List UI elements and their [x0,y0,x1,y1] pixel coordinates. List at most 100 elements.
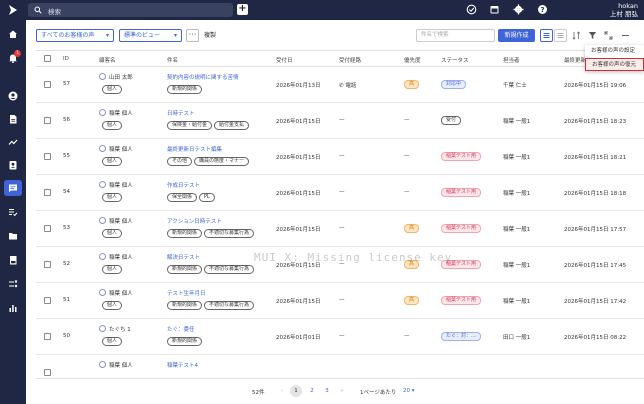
cell-categories: 保全関係 PL [167,193,217,202]
sidebar-item-account[interactable] [4,88,22,104]
sidebar-item-analytics[interactable] [4,134,22,150]
row-checkbox[interactable] [44,81,51,88]
sidebar-item-home[interactable] [4,26,22,42]
subject-search-input[interactable]: 件名で検索 [416,29,495,42]
sidebar-item-documents[interactable] [4,111,22,127]
sidebar-item-tasks[interactable] [4,204,22,220]
filter-dropdown[interactable]: すべてのお客様の声 ▾ [36,29,114,42]
row-checkbox[interactable] [44,261,51,268]
row-checkbox[interactable] [44,225,51,232]
account-circle-icon [8,91,18,101]
cell-customer[interactable]: たぐち 1 [99,325,131,333]
cell-subject-link[interactable]: 解決日テスト [167,253,200,261]
report-icon [10,256,17,265]
more-horizontal-icon[interactable] [621,31,630,40]
view-dropdown[interactable]: 標準のビュー ▾ [119,29,182,42]
column-header-priority[interactable]: 優先度 [404,56,421,64]
prev-page-button[interactable]: ‹ [276,385,288,397]
sidebar-item-contacts[interactable] [4,157,22,173]
user-menu[interactable]: hokan 上村 朋弘 [610,2,638,18]
cell-subject-link[interactable]: 契約内容の説明に関する苦情 [167,73,239,81]
cell-customer[interactable]: 稲葉 個人 [99,289,133,297]
menu-item-voice-settings[interactable]: お客様の声の設定 [585,45,644,58]
row-checkbox[interactable] [44,297,51,304]
calendar-icon[interactable] [489,4,500,15]
column-header-status[interactable]: ステータス [441,56,469,64]
row-checkbox[interactable] [44,153,51,160]
cell-owner: 稲葉 一般1 [503,191,531,197]
page-3-button[interactable]: 3 [321,385,333,397]
row-checkbox[interactable] [44,189,51,196]
row-checkbox[interactable] [44,117,51,124]
table-row[interactable]: 50 たぐち 1 個人 たぐ：委任 新規的関係 2026年01月01日 — — たぐ：対：...… [36,319,644,355]
table-row[interactable]: 51 稲葉 個人 個人 テスト生年月日 新規的関係 不適切な募集行為 2026年01月15日… [36,283,644,319]
rule-icon [9,280,18,288]
more-options-button[interactable]: ··· [186,29,199,42]
app-logo-icon[interactable] [8,4,18,16]
row-checkbox[interactable] [44,369,51,376]
select-all-checkbox[interactable] [44,55,51,62]
column-header-owner[interactable]: 担当者 [503,56,520,64]
check-circle-icon[interactable] [466,4,477,15]
person-icon [99,73,106,80]
compact-view-button[interactable] [554,29,567,42]
table-row[interactable]: 56 稲葉 個人 個人 日時テスト 保険金・給付金 給付金支払 2026年01月15日 — — 受… [36,103,644,139]
column-header-customer[interactable]: 顧客名 [99,56,116,64]
customer-name: 稲葉 個人 [109,291,133,297]
sidebar-item-reports[interactable] [4,252,22,268]
help-icon[interactable]: ? [537,4,548,15]
copy-button[interactable]: 複製 [204,29,216,42]
notification-badge: 1 [14,50,21,57]
new-create-button[interactable]: 新規作成 [498,29,535,42]
menu-item-voice-restore[interactable]: お客様の声の復元 [585,58,644,71]
cell-subject-link[interactable]: アクション日時テスト [167,217,222,225]
sidebar-item-rules[interactable] [4,276,22,292]
cell-customer[interactable]: 稲葉 個人 [99,253,133,261]
cell-customer[interactable]: 稲葉 個人 [99,145,133,153]
cell-subject-link[interactable]: たぐ：委任 [167,325,195,333]
table-row[interactable]: 53 稲葉 個人 個人 アクション日時テスト 新規的関係 不適切な募集行為 2026年01月… [36,211,644,247]
cell-subject-link[interactable]: 最終更新日テスト編集 [167,145,222,153]
cell-owner: 稲葉 一般1 [503,263,531,269]
table-row[interactable]: 稲葉 個人 稲葉テスト4 [36,355,644,378]
expand-icon[interactable] [604,31,613,40]
next-page-button[interactable]: › [336,385,348,397]
column-header-subject[interactable]: 件名 [167,56,178,64]
per-page-select[interactable]: 20 ▾ [403,388,415,394]
cell-owner: 稲葉 一般1 [503,227,531,233]
cell-owner: 田口 一般1 [503,335,531,341]
cell-id: 54 [63,189,70,195]
page-1-button[interactable]: 1 [290,385,302,397]
column-header-id[interactable]: ID [63,56,69,62]
filter-icon[interactable] [588,31,597,40]
category-chip: 新規的関係 [167,229,203,238]
page-2-button[interactable]: 2 [306,385,318,397]
cell-customer[interactable]: 稲葉 個人 [99,181,133,189]
cell-customer-kind: 個人 [102,301,124,310]
add-button[interactable]: + [237,4,248,15]
cell-customer[interactable]: 稲葉 個人 [99,361,133,369]
column-header-received-date[interactable]: 受付日 [276,56,293,64]
cell-subject-link[interactable]: テスト生年月日 [167,289,206,297]
sidebar-item-customer-voice[interactable] [4,180,22,196]
global-search-input[interactable]: 検索 [28,3,233,17]
list-view-button[interactable] [540,29,553,42]
cell-customer[interactable]: 稲葉 個人 [99,217,133,225]
table-row[interactable]: 54 稲葉 個人 個人 作成日テスト 保全関係 PL 2026年01月15日 — — 稲葉テスト用… [36,175,644,211]
sort-icon[interactable] [572,31,581,40]
cell-subject-link[interactable]: 日時テスト [167,109,195,117]
cell-customer[interactable]: 稲葉 個人 [99,109,133,117]
table-row[interactable]: 55 稲葉 個人 個人 最終更新日テスト編集 その他 職員の態度・マナー 2026年01月1… [36,139,644,175]
cell-customer[interactable]: 山田 太郎 [99,73,133,81]
cell-subject-link[interactable]: 作成日テスト [167,181,200,189]
category-chip: 新規的関係 [167,337,203,346]
table-row[interactable]: 57 山田 太郎 個人 契約内容の説明に関する苦情 新規的関係 2026年01月13日 ✆ … [36,67,644,103]
row-checkbox[interactable] [44,333,51,340]
column-header-channel[interactable]: 受付経路 [339,56,361,64]
sidebar-item-charts[interactable] [4,300,22,316]
gear-icon[interactable] [513,4,524,15]
cell-subject-link[interactable]: 稲葉テスト4 [167,361,198,369]
sidebar-item-notifications[interactable]: 1 [4,50,22,66]
person-icon [99,145,106,152]
sidebar-item-folders[interactable] [4,228,22,244]
